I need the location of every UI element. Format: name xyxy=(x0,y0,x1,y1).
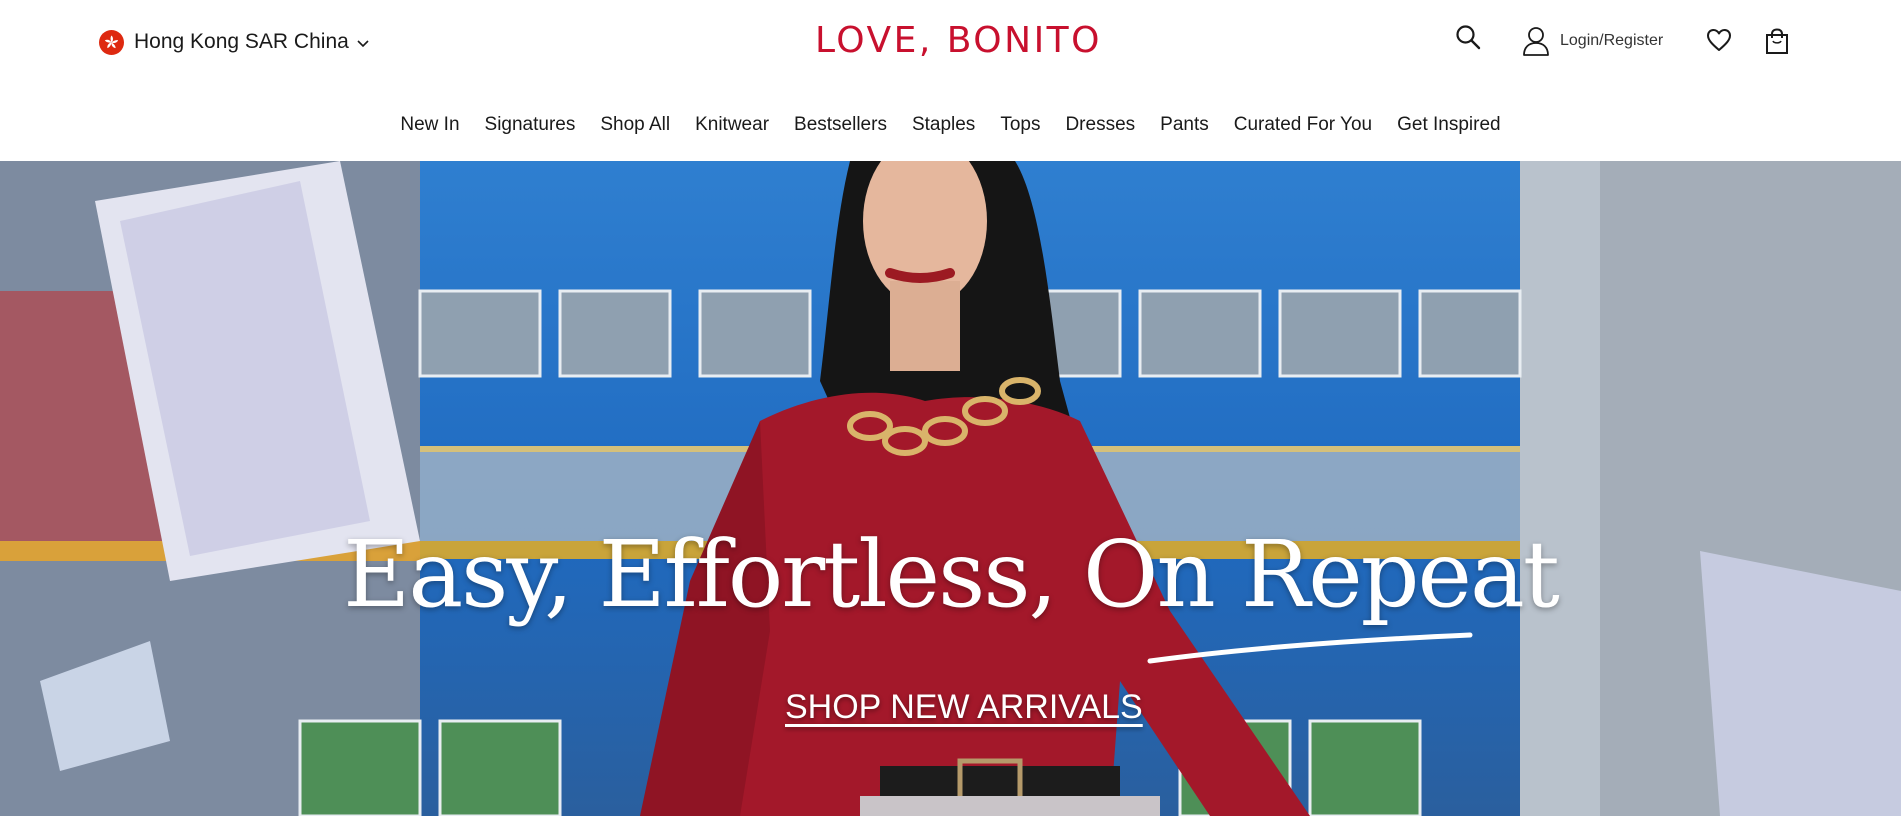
site-header: Hong Kong SAR China LOVE, BONITO Login/R… xyxy=(0,0,1901,161)
search-button[interactable] xyxy=(1455,24,1481,50)
region-selector[interactable]: Hong Kong SAR China xyxy=(99,26,369,58)
nav-item-pants[interactable]: Pants xyxy=(1148,108,1222,142)
chevron-down-icon xyxy=(357,39,369,47)
heart-icon xyxy=(1707,29,1731,51)
nav-item-signatures[interactable]: Signatures xyxy=(472,108,588,142)
shop-new-arrivals-link[interactable]: SHOP NEW ARRIVALS xyxy=(785,688,1143,727)
shopping-bag-button[interactable] xyxy=(1765,28,1789,55)
user-icon xyxy=(1523,27,1549,56)
nav-item-dresses[interactable]: Dresses xyxy=(1053,108,1148,142)
nav-item-knitwear[interactable]: Knitwear xyxy=(683,108,782,142)
login-register-link[interactable]: Login/Register xyxy=(1522,26,1663,56)
search-icon xyxy=(1456,25,1481,50)
hong-kong-flag-icon xyxy=(99,29,124,55)
hero-banner[interactable]: Easy, Effortless, On Repeat SHOP NEW ARR… xyxy=(0,161,1901,816)
brand-logo[interactable]: LOVE, BONITO xyxy=(815,16,1102,66)
hero-title: Easy, Effortless, On Repeat xyxy=(343,521,1560,628)
nav-item-tops[interactable]: Tops xyxy=(988,108,1053,142)
login-register-label: Login/Register xyxy=(1560,32,1664,49)
nav-item-bestsellers[interactable]: Bestsellers xyxy=(782,108,900,142)
nav-item-staples[interactable]: Staples xyxy=(899,108,987,142)
nav-item-get-inspired[interactable]: Get Inspired xyxy=(1385,108,1514,142)
nav-item-new-in[interactable]: New In xyxy=(388,108,472,142)
nav-item-shop-all[interactable]: Shop All xyxy=(588,108,683,142)
main-nav: New In Signatures Shop All Knitwear Best… xyxy=(0,108,1901,142)
nav-item-curated-for-you[interactable]: Curated For You xyxy=(1221,108,1384,142)
shopping-bag-icon xyxy=(1766,28,1788,54)
region-label: Hong Kong SAR China xyxy=(134,30,349,53)
wishlist-button[interactable] xyxy=(1706,28,1732,52)
